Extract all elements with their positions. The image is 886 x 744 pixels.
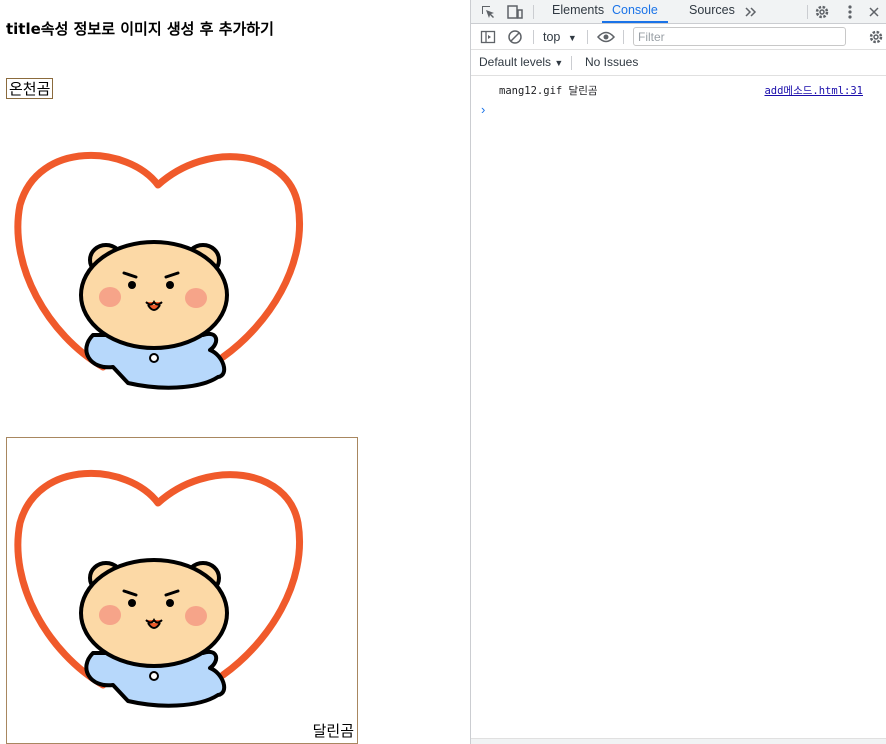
eye-icon[interactable] [597, 28, 615, 46]
tab-elements[interactable]: Elements [552, 0, 604, 23]
chevron-down-icon: ▼ [567, 33, 577, 43]
kebab-menu-icon[interactable] [841, 3, 859, 21]
card-caption: 달린곰 [312, 722, 354, 740]
inspect-icon[interactable] [479, 3, 497, 21]
heart-bear-image-2 [14, 469, 303, 708]
chevron-down-icon: ▼ [554, 58, 564, 68]
settings-icon[interactable] [813, 3, 831, 21]
page-title: title속성 정보로 이미지 생성 후 추가하기 [6, 20, 274, 38]
bear-eye-left [128, 599, 136, 607]
bear-eye-left [128, 281, 136, 289]
heart-bear-image [14, 151, 303, 390]
bear-cheek-left [99, 605, 121, 625]
log-message: mang12.gif 달린곰 [499, 85, 598, 97]
bear-eye-right [166, 281, 174, 289]
levels-bar: Default levels ▼ No Issues [471, 50, 886, 76]
bear-cheek-left [99, 287, 121, 307]
levels-label: Default levels [479, 55, 552, 69]
bear-button [149, 671, 159, 681]
devtools-panel: Elements Console Sources top ▼ Filter De… [470, 0, 886, 744]
bear-eye-right [166, 599, 174, 607]
tab-console[interactable]: Console [602, 0, 668, 23]
context-select[interactable]: top ▼ [543, 29, 577, 45]
close-icon[interactable] [865, 3, 883, 21]
default-levels-dropdown[interactable]: Default levels ▼ [479, 55, 563, 69]
devtools-tabbar: Elements Console Sources [471, 0, 886, 24]
bear-cheek-right [185, 288, 207, 308]
filter-input[interactable] [633, 27, 846, 46]
context-value: top [543, 30, 561, 44]
device-toggle-icon[interactable] [506, 3, 524, 21]
web-page: title속성 정보로 이미지 생성 후 추가하기 온천곰 달린곰 [0, 0, 470, 744]
bear-button [149, 353, 159, 363]
name-box: 온천곰 [6, 78, 54, 99]
issues-count[interactable]: No Issues [585, 55, 638, 69]
devtools-bottom-edge [471, 738, 886, 744]
clear-console-icon[interactable] [506, 28, 524, 46]
log-source-link[interactable]: add메소드.html:31 [764, 83, 863, 98]
bear-cheek-right [185, 606, 207, 626]
prompt-chevron-icon[interactable]: › [481, 102, 485, 117]
sidebar-icon[interactable] [479, 28, 497, 46]
console-log-row: mang12.gif 달린곰 add메소드.html:31 [471, 80, 886, 100]
console-toolbar: top ▼ [471, 24, 886, 50]
tab-sources[interactable]: Sources [689, 0, 735, 23]
more-tabs-icon[interactable] [742, 3, 760, 21]
console-settings-icon[interactable] [867, 28, 885, 46]
